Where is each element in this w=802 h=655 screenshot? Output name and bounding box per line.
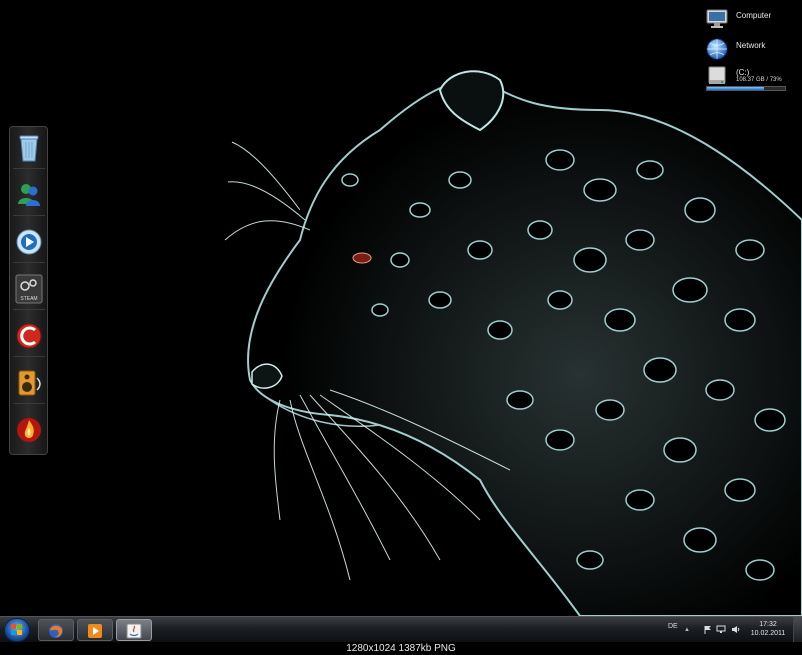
- taskbar-media-player-button[interactable]: [77, 619, 113, 641]
- taskbar-firefox-button[interactable]: [38, 619, 74, 641]
- firefox-icon: [49, 624, 63, 638]
- taskbar-java-button[interactable]: [116, 619, 152, 641]
- dock-item-steam[interactable]: STEAM: [13, 270, 45, 310]
- network-status-icon[interactable]: [716, 625, 726, 634]
- dock-item-recycle-bin[interactable]: [13, 129, 45, 169]
- desktop-icon-label: Computer: [736, 11, 772, 20]
- desktop-icon-label: Network: [736, 41, 766, 50]
- drive-usage-fill: [707, 87, 764, 90]
- dock-item-ccleaner[interactable]: [13, 317, 45, 357]
- drive-usage-bar: [706, 86, 786, 91]
- desktop-icon-computer[interactable]: Computer: [706, 8, 802, 34]
- windows-logo-icon: [11, 624, 22, 635]
- language-indicator[interactable]: DE: [668, 623, 678, 630]
- dock-item-fire-app[interactable]: [13, 411, 45, 451]
- show-hidden-icons-arrow[interactable]: ▲: [684, 627, 690, 633]
- desktop-icon-network[interactable]: Network: [706, 38, 802, 64]
- leopard-wallpaper: [224, 70, 802, 616]
- drive-usage-text: 108.37 GB / 73%: [736, 77, 782, 83]
- media-player-icon: [16, 229, 42, 255]
- image-caption: 1280x1024 1387kb PNG: [0, 642, 802, 655]
- action-center-flag-icon[interactable]: [704, 625, 712, 634]
- network-globe-icon: [706, 38, 728, 60]
- java-icon: [126, 623, 142, 639]
- clock-date: 10.02.2011: [750, 630, 786, 637]
- clock[interactable]: 17:32 10.02.2011: [748, 620, 788, 638]
- start-button[interactable]: [4, 618, 30, 642]
- steam-icon: STEAM: [15, 274, 43, 304]
- system-tray: DE ▲ 17:32 10.02.2011: [664, 617, 802, 643]
- computer-icon: [706, 9, 728, 28]
- clock-time: 17:32: [759, 621, 777, 628]
- fire-app-icon: [17, 418, 41, 442]
- dock-item-messenger[interactable]: [13, 176, 45, 216]
- dock-item-media-player[interactable]: [13, 223, 45, 263]
- dock-bar: STEAM: [9, 126, 48, 455]
- dock-item-audio[interactable]: [13, 364, 45, 404]
- taskbar: DE ▲ 17:32 10.02.2011: [0, 616, 802, 643]
- ccleaner-icon: [16, 323, 42, 349]
- drive-c-icon: [708, 66, 726, 84]
- messenger-icon: [18, 184, 40, 206]
- media-player-icon: [88, 624, 102, 638]
- volume-icon[interactable]: [731, 625, 741, 634]
- desktop-icon-label: (C:): [736, 68, 750, 77]
- desktop-icon-drive-c[interactable]: (C:) 108.37 GB / 73%: [706, 65, 802, 93]
- desktop: Computer Network (C:) 108.37 GB / 73% ST…: [0, 0, 802, 616]
- show-desktop-button[interactable]: [793, 617, 802, 643]
- steam-label: STEAM: [20, 296, 37, 302]
- recycle-bin-icon: [19, 135, 39, 162]
- audio-speaker-icon: [18, 370, 41, 396]
